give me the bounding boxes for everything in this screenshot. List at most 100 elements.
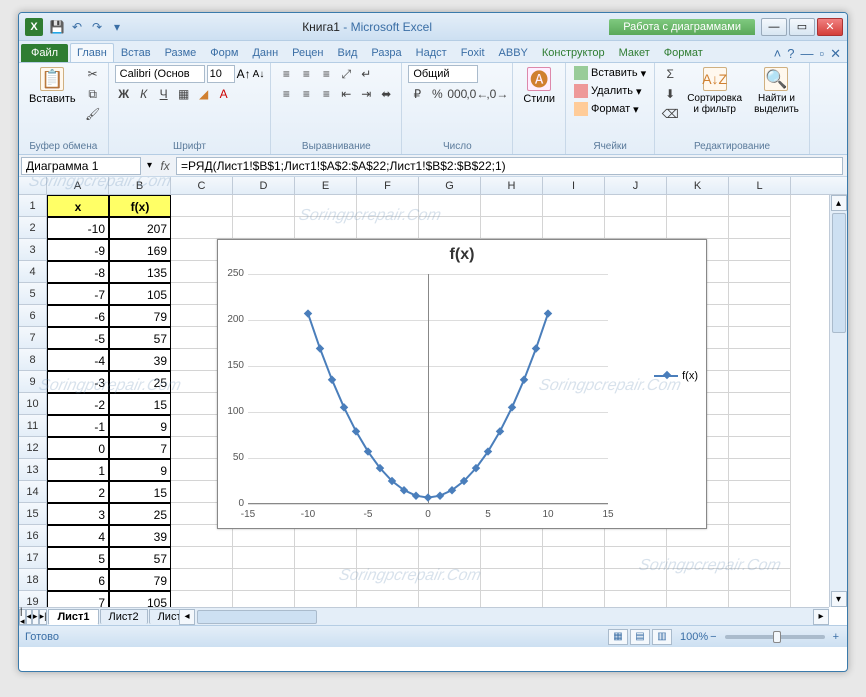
cell[interactable]: [233, 217, 295, 239]
tab-formulas[interactable]: Форм: [203, 43, 245, 62]
cell[interactable]: [605, 547, 667, 569]
cell[interactable]: [667, 195, 729, 217]
name-box[interactable]: [21, 157, 141, 175]
cell[interactable]: [729, 569, 791, 591]
cell[interactable]: f(x): [109, 195, 171, 217]
cell[interactable]: [233, 591, 295, 607]
cell[interactable]: [481, 569, 543, 591]
chart-marker[interactable]: [520, 376, 528, 384]
underline-icon[interactable]: Ч: [155, 85, 173, 103]
cell[interactable]: -10: [47, 217, 109, 239]
chart-series-line[interactable]: [248, 274, 608, 504]
format-painter-icon[interactable]: 🖌: [84, 105, 102, 123]
chart-marker[interactable]: [340, 403, 348, 411]
align-right-icon[interactable]: ≡: [317, 85, 335, 103]
cell[interactable]: [543, 547, 605, 569]
cell[interactable]: 105: [109, 283, 171, 305]
cell[interactable]: 9: [109, 459, 171, 481]
cell[interactable]: 0: [47, 437, 109, 459]
tab-view[interactable]: Вид: [331, 43, 365, 62]
cell[interactable]: -6: [47, 305, 109, 327]
align-center-icon[interactable]: ≡: [297, 85, 315, 103]
tab-chart-format[interactable]: Формат: [657, 43, 710, 62]
cell[interactable]: [357, 591, 419, 607]
tab-review[interactable]: Рецен: [285, 43, 330, 62]
chart-title[interactable]: f(x): [218, 240, 706, 266]
percent-icon[interactable]: %: [428, 85, 446, 103]
chart-marker[interactable]: [304, 309, 312, 317]
column-header-B[interactable]: B: [109, 177, 171, 194]
row-header[interactable]: 13: [19, 459, 47, 481]
column-header-J[interactable]: J: [605, 177, 667, 194]
cell[interactable]: [729, 481, 791, 503]
align-top-icon[interactable]: ≡: [277, 65, 295, 83]
border-icon[interactable]: ▦: [175, 85, 193, 103]
copy-icon[interactable]: ⧉: [84, 85, 102, 103]
cell[interactable]: [295, 591, 357, 607]
currency-icon[interactable]: ₽: [408, 85, 426, 103]
indent-decrease-icon[interactable]: ⇤: [337, 85, 355, 103]
row-header[interactable]: 6: [19, 305, 47, 327]
row-header[interactable]: 9: [19, 371, 47, 393]
row-header[interactable]: 8: [19, 349, 47, 371]
tab-pagelayout[interactable]: Разме: [158, 43, 204, 62]
scroll-left-icon[interactable]: ◂: [179, 609, 195, 625]
column-header-G[interactable]: G: [419, 177, 481, 194]
scroll-h-thumb[interactable]: [197, 610, 317, 624]
cell[interactable]: [729, 327, 791, 349]
wrap-text-icon[interactable]: ↵: [357, 65, 375, 83]
format-cells-button[interactable]: Формат ▾: [572, 101, 641, 117]
cell[interactable]: -5: [47, 327, 109, 349]
cell[interactable]: [729, 547, 791, 569]
insert-cells-button[interactable]: Вставить ▾: [572, 65, 648, 81]
cell[interactable]: -3: [47, 371, 109, 393]
cell[interactable]: [357, 569, 419, 591]
chart-marker[interactable]: [436, 491, 444, 499]
embedded-chart[interactable]: f(x) 050100150200250 -15-10-5051015 f(x): [217, 239, 707, 529]
zoom-in-icon[interactable]: +: [831, 631, 841, 643]
cell[interactable]: [481, 195, 543, 217]
cell[interactable]: 79: [109, 569, 171, 591]
cell[interactable]: [233, 547, 295, 569]
workbook-minimize-icon[interactable]: —: [800, 46, 813, 62]
cell[interactable]: [295, 217, 357, 239]
chart-marker[interactable]: [352, 427, 360, 435]
number-format-select[interactable]: [408, 65, 478, 83]
font-size-input[interactable]: [207, 65, 235, 83]
zoom-slider[interactable]: [725, 635, 825, 639]
cell[interactable]: 2: [47, 481, 109, 503]
column-header-F[interactable]: F: [357, 177, 419, 194]
cell[interactable]: 1: [47, 459, 109, 481]
redo-icon[interactable]: ↷: [89, 19, 105, 35]
cell[interactable]: 15: [109, 393, 171, 415]
tab-chart-layout[interactable]: Макет: [612, 43, 657, 62]
scroll-down-icon[interactable]: ▾: [831, 591, 847, 607]
cell[interactable]: [729, 371, 791, 393]
sheet-tab-2[interactable]: Лист2: [100, 609, 148, 624]
cell[interactable]: x: [47, 195, 109, 217]
cell[interactable]: [419, 547, 481, 569]
row-header[interactable]: 7: [19, 327, 47, 349]
cell[interactable]: [729, 415, 791, 437]
font-color-icon[interactable]: A: [215, 85, 233, 103]
column-header-I[interactable]: I: [543, 177, 605, 194]
cell[interactable]: 79: [109, 305, 171, 327]
font-name-input[interactable]: [115, 65, 205, 83]
sort-filter-button[interactable]: A↓Z Сортировка и фильтр: [683, 65, 746, 117]
cell[interactable]: [729, 591, 791, 607]
column-header-A[interactable]: A: [47, 177, 109, 194]
row-header[interactable]: 19: [19, 591, 47, 607]
view-layout-icon[interactable]: ▤: [630, 629, 650, 645]
cut-icon[interactable]: ✂: [84, 65, 102, 83]
worksheet-grid[interactable]: ABCDEFGHIJKL 1xf(x)2-102073-91694-81355-…: [19, 177, 847, 625]
cell[interactable]: [729, 283, 791, 305]
align-left-icon[interactable]: ≡: [277, 85, 295, 103]
cell[interactable]: 5: [47, 547, 109, 569]
scroll-v-thumb[interactable]: [832, 213, 846, 333]
column-header-H[interactable]: H: [481, 177, 543, 194]
namebox-dropdown-icon[interactable]: ▾: [143, 160, 156, 171]
column-header-C[interactable]: C: [171, 177, 233, 194]
cell[interactable]: [729, 349, 791, 371]
cell[interactable]: [729, 393, 791, 415]
cell[interactable]: [171, 217, 233, 239]
